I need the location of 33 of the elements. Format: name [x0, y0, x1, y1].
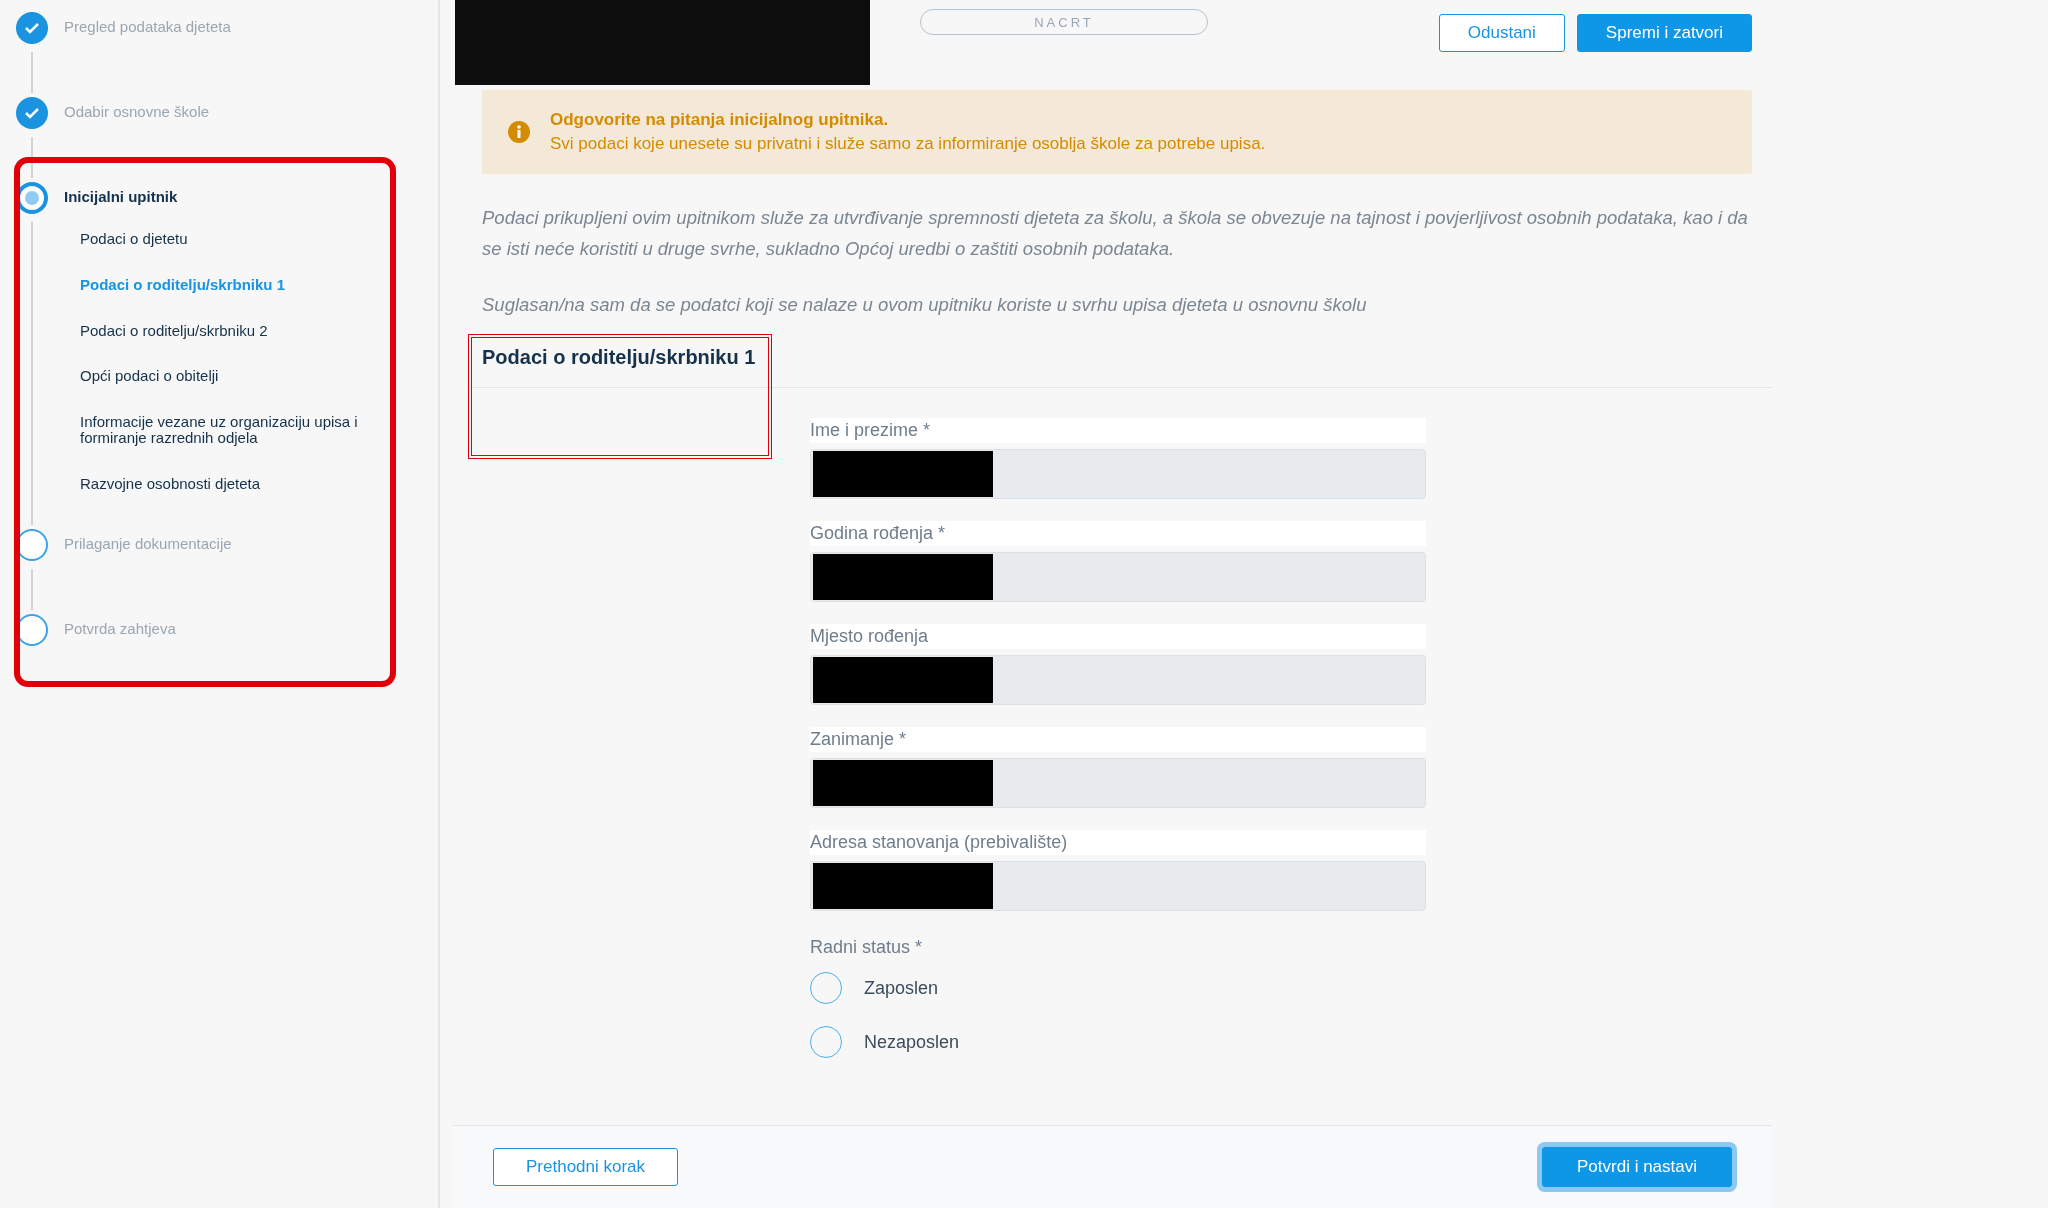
step-label[interactable]: Inicijalni upitnik: [64, 188, 438, 205]
step-label[interactable]: Odabir osnovne škole: [64, 103, 438, 120]
step-label[interactable]: Potvrda zahtjeva: [64, 620, 438, 638]
substep-link[interactable]: Podaci o roditelju/skrbniku 1: [80, 276, 380, 293]
field-label: Ime i prezime *: [810, 418, 1426, 443]
substep-link[interactable]: Podaci o djetetu: [80, 231, 380, 247]
radio-label[interactable]: Nezaposlen: [864, 1031, 960, 1053]
input-field[interactable]: [810, 861, 1426, 911]
input-field[interactable]: [810, 552, 1426, 602]
radio-group-label: Radni status *: [810, 937, 924, 958]
cancel-button[interactable]: Odustani: [1438, 14, 1565, 52]
alert-text: Svi podaci koje unesete su privatni i služe samo za informiranje osoblja škole za potrebe upisa.: [550, 134, 1266, 154]
section-title: Podaci o roditelju/skrbniku 1: [482, 346, 757, 369]
step-label[interactable]: Pregled podataka djeteta: [64, 18, 438, 35]
input-field[interactable]: [810, 655, 1426, 705]
substep-link[interactable]: Informacije vezane uz organizaciju upisa i formiranje razrednih odjela: [80, 414, 380, 446]
back-button[interactable]: Prethodni korak: [493, 1148, 679, 1186]
substep-link[interactable]: Opći podaci o obitelji: [80, 368, 380, 384]
intro-paragraph: Podaci prikupljeni ovim upitnikom služe za utvrđivanje spremnosti djeteta za školu, a škola se obvezuje na tajnost i povjerljivost osobnih podataka, kao i da se isti neće koristiti u druge svrhe, sukladno Općoj uredbi o zaštiti osobnih podataka.: [482, 206, 1749, 261]
input-field[interactable]: [810, 758, 1426, 808]
substep-link[interactable]: Razvojne osobnosti djeteta: [80, 475, 380, 492]
info-icon: [508, 121, 530, 143]
input-field[interactable]: [810, 449, 1426, 499]
field-label: Zanimanje *: [810, 727, 1426, 752]
field-label: Mjesto rođenja: [810, 624, 1426, 649]
save-button[interactable]: Spremi i zatvori: [1576, 14, 1752, 52]
field-label: Godina rođenja *: [810, 521, 1426, 546]
field-label: Adresa stanovanja (prebivalište): [810, 830, 1426, 855]
step-label[interactable]: Prilaganje dokumentacije: [64, 535, 438, 553]
consent-text: Suglasan/na sam da se podatci koji se nalaze u ovom upitniku koriste u svrhu upisa djeteta u osnovnu školu: [482, 294, 1368, 316]
substep-link[interactable]: Podaci o roditelju/skrbniku 2: [80, 322, 380, 339]
radio-label[interactable]: Zaposlen: [864, 977, 939, 999]
alert-title: Odgovorite na pitanja inicijalnog upitnika.: [550, 110, 890, 130]
